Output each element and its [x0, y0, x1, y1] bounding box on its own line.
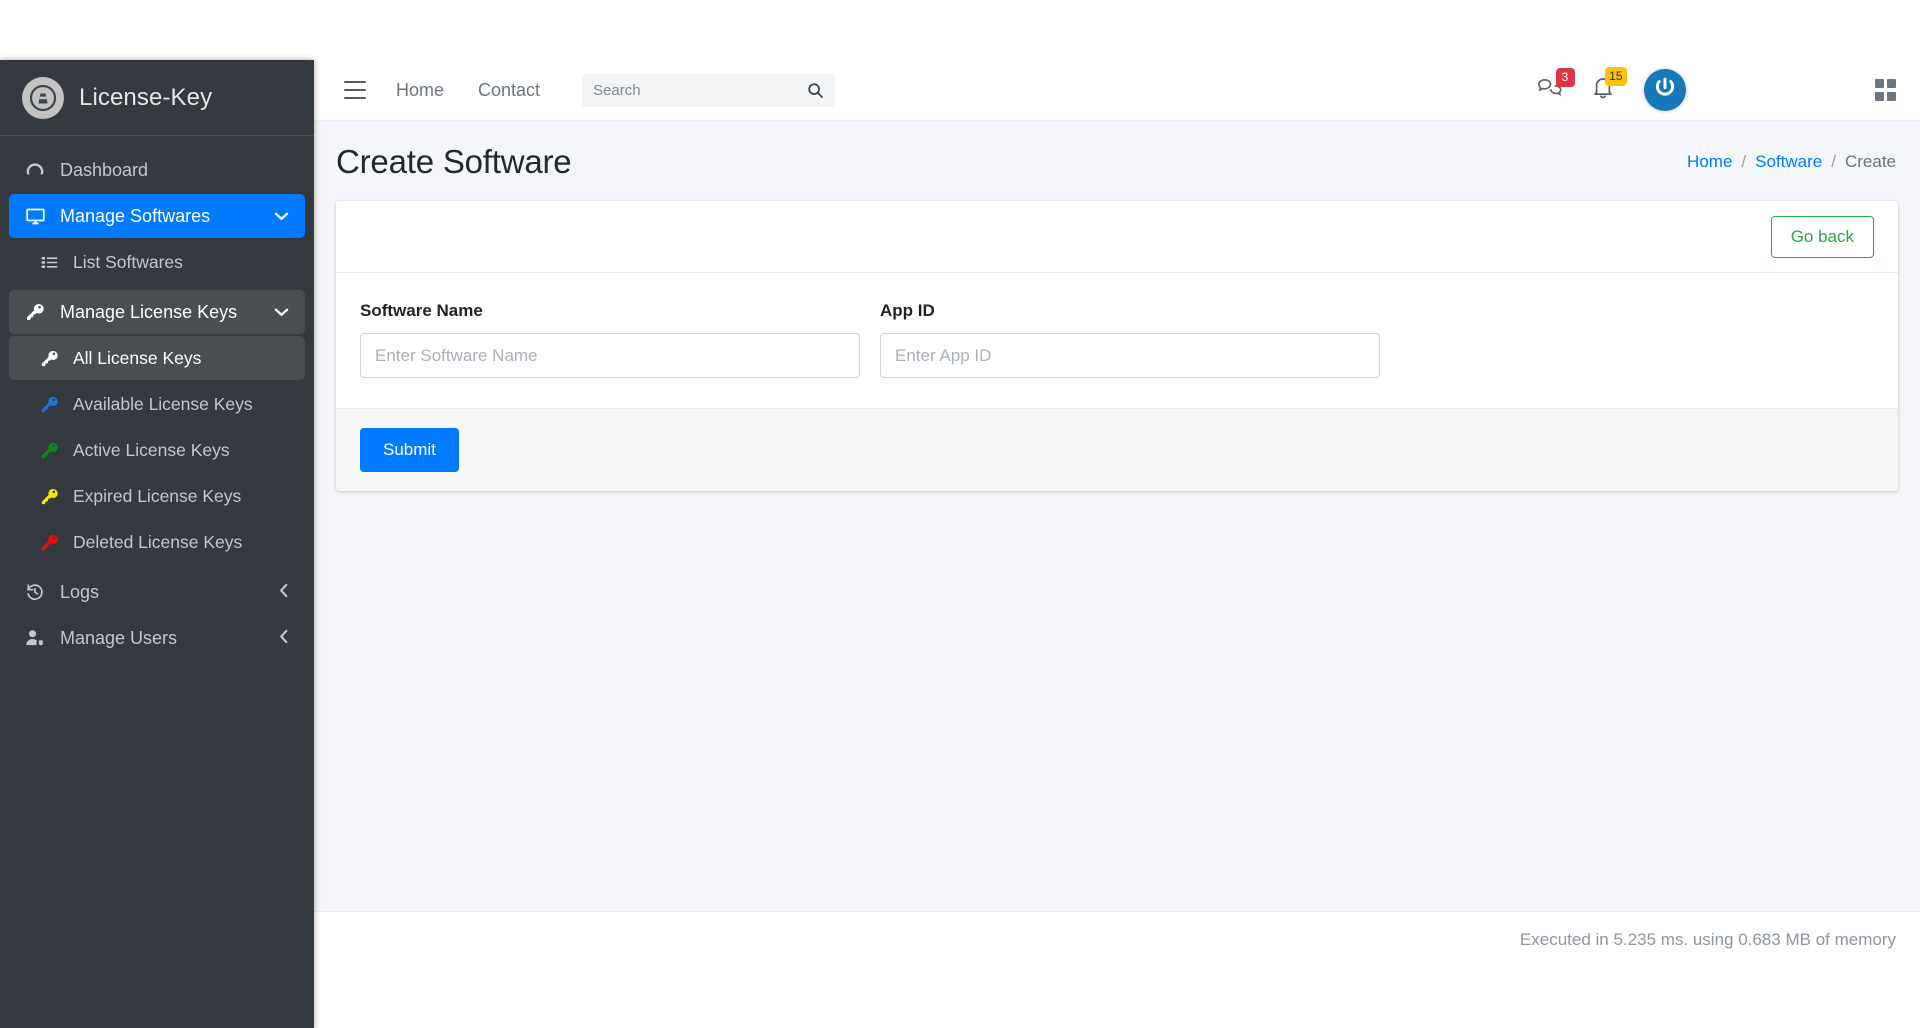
- breadcrumb-separator: /: [1831, 152, 1836, 172]
- software-name-input[interactable]: [360, 333, 860, 378]
- app-footer: Executed in 5.235 ms. using 0.683 MB of …: [314, 911, 1920, 968]
- key-red-icon: [36, 533, 62, 552]
- sidebar-item-label: Manage Softwares: [60, 206, 210, 227]
- desktop-icon: [22, 206, 48, 227]
- chevron-down-icon: [274, 304, 289, 321]
- sidebar-item-label: List Softwares: [73, 252, 183, 273]
- notifications-badge: 15: [1605, 67, 1626, 86]
- breadcrumb-software[interactable]: Software: [1755, 152, 1822, 172]
- sidebar-item-label: Manage Users: [60, 628, 177, 649]
- list-icon: [36, 253, 62, 272]
- key-yellow-icon: [36, 487, 62, 506]
- sidebar-item-label: All License Keys: [73, 348, 201, 369]
- hamburger-icon[interactable]: [344, 81, 366, 99]
- sidebar-item-available-license-keys[interactable]: Available License Keys: [9, 382, 305, 426]
- key-green-icon: [36, 441, 62, 460]
- sidebar-item-manage-softwares[interactable]: Manage Softwares: [9, 194, 305, 238]
- page-title: Create Software: [336, 143, 571, 181]
- chevron-down-icon: [274, 208, 289, 225]
- sidebar-item-deleted-license-keys[interactable]: Deleted License Keys: [9, 520, 305, 564]
- tachometer-icon: [22, 160, 48, 180]
- sidebar-item-label: Dashboard: [60, 160, 148, 181]
- sidebar-item-logs[interactable]: Logs: [9, 570, 305, 614]
- chevron-left-icon: [279, 629, 289, 647]
- navbar-link-home[interactable]: Home: [396, 80, 444, 101]
- navbar-link-contact[interactable]: Contact: [478, 80, 540, 101]
- sidebar-item-dashboard[interactable]: Dashboard: [9, 148, 305, 192]
- key-white-icon: [36, 349, 62, 368]
- sidebar-nav: Dashboard Manage Softwares: [0, 136, 314, 660]
- search-input[interactable]: [593, 82, 807, 99]
- messages-badge: 3: [1556, 68, 1575, 87]
- card-footer: Submit: [336, 408, 1898, 491]
- brand-name: License-Key: [79, 84, 212, 112]
- sidebar-item-label: Deleted License Keys: [73, 532, 242, 553]
- field-app-id: App ID: [880, 301, 1380, 378]
- sidebar-item-label: Available License Keys: [73, 394, 253, 415]
- key-icon: [22, 302, 48, 322]
- sidebar: License-Key Dashboard: [0, 60, 314, 1028]
- gravatar-power-icon: [1652, 75, 1678, 106]
- sidebar-item-manage-users[interactable]: Manage Users: [9, 616, 305, 660]
- grid-apps-icon[interactable]: [1875, 79, 1897, 101]
- card-header: Go back: [336, 201, 1898, 273]
- search-box: [582, 74, 835, 107]
- create-software-form: Software Name App ID: [336, 273, 1898, 408]
- sidebar-item-all-license-keys[interactable]: All License Keys: [9, 336, 305, 380]
- field-software-name: Software Name: [360, 301, 860, 378]
- history-icon: [22, 582, 48, 602]
- sidebar-item-active-license-keys[interactable]: Active License Keys: [9, 428, 305, 472]
- sidebar-item-label: Manage License Keys: [60, 302, 237, 323]
- app-id-label: App ID: [880, 301, 1380, 321]
- key-blue-icon: [36, 395, 62, 414]
- software-name-label: Software Name: [360, 301, 860, 321]
- messages-button[interactable]: 3: [1537, 77, 1562, 104]
- navbar-right: 3 15: [1537, 69, 1897, 111]
- search-icon[interactable]: [807, 82, 824, 99]
- breadcrumb-current: Create: [1845, 152, 1896, 172]
- sidebar-item-label: Active License Keys: [73, 440, 230, 461]
- breadcrumb: Home / Software / Create: [1687, 152, 1896, 172]
- submit-button[interactable]: Submit: [360, 428, 459, 472]
- sidebar-submenu-softwares: List Softwares: [9, 240, 305, 284]
- content-body: Go back Software Name App ID Submit: [314, 201, 1920, 491]
- sidebar-item-label: Logs: [60, 582, 99, 603]
- sidebar-item-expired-license-keys[interactable]: Expired License Keys: [9, 474, 305, 518]
- sidebar-item-manage-license-keys[interactable]: Manage License Keys: [9, 290, 305, 334]
- app-logo-icon: [22, 77, 64, 119]
- go-back-button[interactable]: Go back: [1771, 216, 1874, 258]
- sidebar-submenu-license-keys: All License Keys Available License Keys: [9, 336, 305, 564]
- avatar[interactable]: [1644, 69, 1686, 111]
- app-root: License-Key Dashboard: [0, 60, 1920, 968]
- sidebar-item-label: Expired License Keys: [73, 486, 241, 507]
- chevron-left-icon: [279, 583, 289, 601]
- breadcrumb-home[interactable]: Home: [1687, 152, 1732, 172]
- brand-header[interactable]: License-Key: [0, 60, 314, 136]
- top-navbar: Home Contact: [314, 60, 1920, 121]
- notifications-button[interactable]: 15: [1592, 76, 1614, 104]
- app-id-input[interactable]: [880, 333, 1380, 378]
- sidebar-item-list-softwares[interactable]: List Softwares: [9, 240, 305, 284]
- breadcrumb-separator: /: [1741, 152, 1746, 172]
- execution-info: Executed in 5.235 ms. using 0.683 MB of …: [1520, 930, 1896, 950]
- user-gear-icon: [22, 628, 48, 649]
- content-header: Create Software Home / Software / Create: [314, 121, 1920, 201]
- main-area: Home Contact: [314, 60, 1920, 968]
- create-software-card: Go back Software Name App ID Submit: [336, 201, 1898, 491]
